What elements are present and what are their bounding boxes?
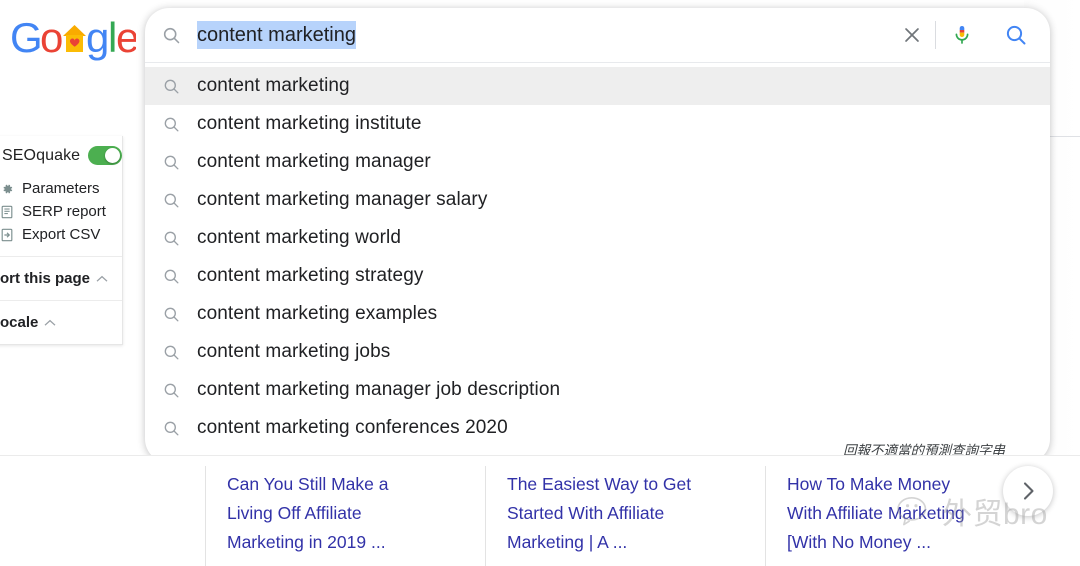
sidebar-section-report-this-page[interactable]: ort this page (0, 257, 122, 300)
suggestion-text: content marketing world (197, 227, 401, 249)
carousel-next-button[interactable] (1003, 466, 1053, 516)
suggestion-item[interactable]: content marketing world (145, 219, 1050, 257)
divider (765, 466, 766, 566)
suggestion-text: content marketing examples (197, 303, 437, 325)
chevron-up-icon (96, 272, 108, 285)
search-submit-button[interactable] (988, 23, 1050, 47)
suggestion-item[interactable]: content marketing (145, 67, 1050, 105)
search-box-container[interactable]: content marketing content marketing (145, 8, 1050, 463)
chevron-right-icon (1016, 479, 1040, 503)
search-suggestions-list[interactable]: content marketing content marketing inst… (145, 62, 1050, 463)
seoquake-header: SEOquake (0, 136, 122, 174)
microphone-icon (950, 23, 974, 47)
search-icon (145, 381, 197, 400)
search-input-row[interactable]: content marketing (145, 8, 1050, 62)
search-icon (145, 305, 197, 324)
carousel-card-title[interactable]: The Easiest Way to Get Started With Affi… (507, 470, 707, 557)
search-icon (145, 419, 197, 438)
svg-text:g: g (86, 14, 109, 61)
divider (485, 466, 486, 566)
carousel-card[interactable]: The Easiest Way to Get Started With Affi… (485, 461, 765, 566)
carousel-card[interactable]: How To Make Money With Affiliate Marketi… (765, 461, 1045, 566)
chevron-up-icon (44, 316, 56, 329)
sidebar-section-label: ort this page (0, 270, 90, 287)
results-carousel: Can You Still Make a Living Off Affiliat… (0, 455, 1080, 566)
search-icon (145, 77, 197, 96)
export-icon (0, 228, 14, 242)
suggestion-text: content marketing manager salary (197, 189, 487, 211)
report-icon (0, 205, 14, 219)
suggestion-text: content marketing manager (197, 151, 431, 173)
search-icon (145, 25, 197, 46)
search-icon (145, 267, 197, 286)
sidebar-section-label: ocale (0, 314, 38, 331)
suggestion-item[interactable]: content marketing manager job descriptio… (145, 371, 1050, 409)
svg-text:o: o (40, 14, 63, 61)
carousel-card[interactable]: Can You Still Make a Living Off Affiliat… (205, 461, 485, 566)
suggestion-item[interactable]: content marketing strategy (145, 257, 1050, 295)
suggestion-text: content marketing jobs (197, 341, 390, 363)
sidebar-item-export-csv[interactable]: Export CSV (0, 223, 122, 246)
search-icon (145, 115, 197, 134)
suggestion-item[interactable]: content marketing manager salary (145, 181, 1050, 219)
suggestion-text: content marketing strategy (197, 265, 424, 287)
sidebar-item-label: Export CSV (22, 226, 100, 243)
gear-icon (0, 182, 14, 196)
suggestion-text: content marketing institute (197, 113, 421, 135)
suggestion-text: content marketing (197, 75, 350, 97)
search-icon (145, 229, 197, 248)
carousel-card-title[interactable]: Can You Still Make a Living Off Affiliat… (227, 470, 427, 557)
clear-search-button[interactable] (889, 24, 935, 46)
search-icon (145, 191, 197, 210)
seoquake-menu: Parameters SERP report Export CSV (0, 174, 122, 256)
search-input-value[interactable]: content marketing (197, 21, 356, 49)
search-icon (145, 343, 197, 362)
search-input[interactable]: content marketing (197, 21, 889, 49)
sidebar-item-label: Parameters (22, 180, 100, 197)
suggestion-item[interactable]: content marketing examples (145, 295, 1050, 333)
sidebar-item-label: SERP report (22, 203, 106, 220)
carousel-card-title[interactable]: How To Make Money With Affiliate Marketi… (787, 470, 987, 557)
sidebar-item-parameters[interactable]: Parameters (0, 177, 122, 200)
seoquake-title: SEOquake (2, 147, 80, 165)
suggestion-item[interactable]: content marketing institute (145, 105, 1050, 143)
svg-text:G: G (10, 14, 43, 61)
suggestion-text: content marketing manager job descriptio… (197, 379, 560, 401)
suggestion-text: content marketing conferences 2020 (197, 417, 508, 439)
sidebar-item-serp-report[interactable]: SERP report (0, 200, 122, 223)
suggestion-item[interactable]: content marketing manager (145, 143, 1050, 181)
search-icon (145, 153, 197, 172)
sidebar-section-locale[interactable]: ocale (0, 301, 122, 344)
divider (0, 455, 1080, 456)
voice-search-button[interactable] (936, 23, 988, 47)
suggestion-item[interactable]: content marketing jobs (145, 333, 1050, 371)
seoquake-panel[interactable]: SEOquake Parameters SERP report Export C… (0, 136, 123, 345)
google-logo[interactable]: G o g l e (8, 14, 136, 62)
svg-text:e: e (116, 14, 136, 61)
house-doodle-icon (63, 25, 86, 52)
divider (205, 466, 206, 566)
seoquake-toggle[interactable] (88, 146, 122, 165)
